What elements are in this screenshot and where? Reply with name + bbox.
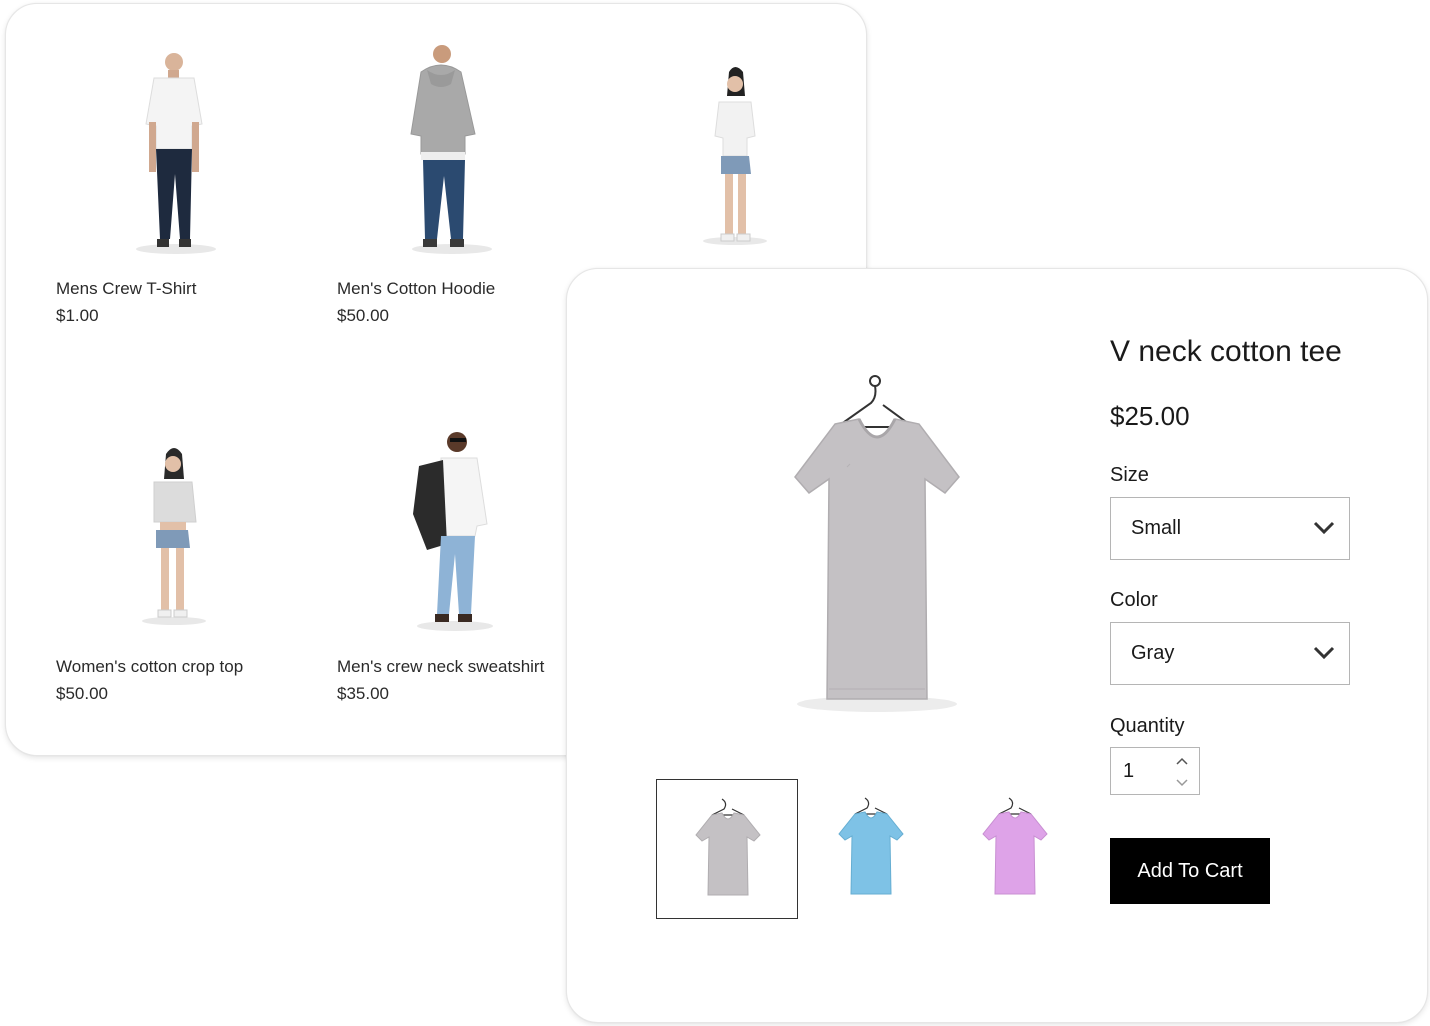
model-photo <box>413 432 493 631</box>
thumbnail-blue[interactable] <box>800 779 942 919</box>
chevron-down-icon[interactable] <box>1173 776 1191 790</box>
color-select[interactable]: Gray <box>1110 622 1350 685</box>
product-name[interactable]: Men's Cotton Hoodie <box>337 279 495 299</box>
main-product-image <box>794 375 960 712</box>
product-tile[interactable] <box>617 44 877 264</box>
tshirt-pink-icon <box>982 797 1048 895</box>
product-price: $35.00 <box>337 684 389 703</box>
tshirt-blue-icon <box>838 797 904 895</box>
chevron-up-icon[interactable] <box>1173 754 1191 768</box>
product-name[interactable]: Women's cotton crop top <box>56 657 243 677</box>
tshirt-gray-icon <box>695 798 761 896</box>
chevron-down-icon <box>1313 646 1335 660</box>
size-select-value: Small <box>1131 517 1182 539</box>
product-tile[interactable]: Men's crew neck sweatshirt $35.00 <box>337 424 597 714</box>
product-price: $50.00 <box>56 684 108 703</box>
color-select-value: Gray <box>1131 642 1175 664</box>
product-price: $1.00 <box>56 306 99 325</box>
product-title: V neck cotton tee <box>1110 335 1342 368</box>
model-photo <box>410 45 492 254</box>
quantity-value: 1 <box>1123 760 1135 782</box>
model-photo <box>142 448 206 625</box>
chevron-down-icon <box>1313 521 1335 535</box>
product-detail-card: V neck cotton tee $25.00 Size Small Colo… <box>566 268 1428 1023</box>
size-select[interactable]: Small <box>1110 497 1350 560</box>
product-price: $50.00 <box>337 306 389 325</box>
product-name[interactable]: Mens Crew T-Shirt <box>56 279 196 299</box>
product-name[interactable]: Men's crew neck sweatshirt <box>337 657 544 677</box>
quantity-stepper[interactable]: 1 <box>1110 747 1200 795</box>
product-price: $25.00 <box>1110 401 1190 431</box>
product-tile[interactable]: Men's Cotton Hoodie $50.00 <box>337 44 597 334</box>
color-label: Color <box>1110 589 1158 611</box>
model-photo <box>703 67 767 245</box>
thumbnail-gray[interactable] <box>656 779 798 919</box>
product-tile[interactable]: Women's cotton crop top $50.00 <box>56 424 316 714</box>
size-label: Size <box>1110 464 1149 486</box>
add-to-cart-button[interactable]: Add To Cart <box>1110 838 1270 904</box>
model-photo <box>136 53 216 254</box>
quantity-label: Quantity <box>1110 715 1185 737</box>
thumbnail-pink[interactable] <box>944 779 1086 919</box>
product-tile[interactable]: Mens Crew T-Shirt $1.00 <box>56 44 316 334</box>
